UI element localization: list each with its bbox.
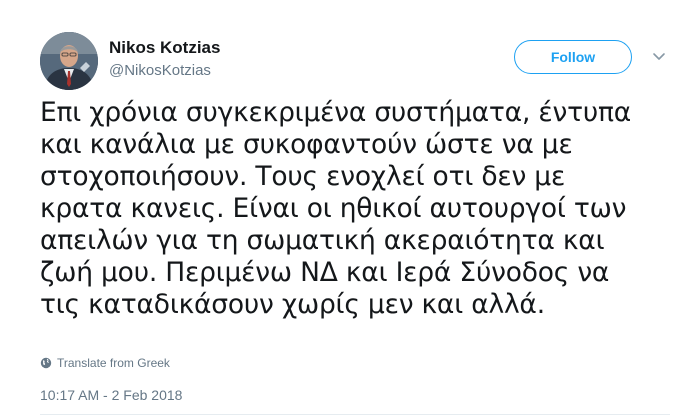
divider: [40, 414, 670, 415]
tweet-text-line: στοχοποιήσουν. Τους ενοχλεί οτι δεν με: [40, 161, 566, 192]
tweet-text-line: απειλών για τη σωματική ακεραιότητα και: [40, 225, 605, 256]
author-handle[interactable]: @NikosKotzias: [109, 62, 211, 79]
tweet-card: Nikos Kotzias @NikosKotzias Follow Επι χ…: [0, 0, 700, 418]
avatar[interactable]: [40, 32, 98, 90]
follow-button[interactable]: Follow: [514, 40, 632, 74]
tweet-text-line: και κανάλια με συκοφαντούν ώστε να με: [40, 129, 573, 160]
chevron-down-icon[interactable]: [651, 50, 667, 62]
avatar-photo-icon: [40, 32, 98, 90]
tweet-text-line: κρατα κανεις. Είναι οι ηθικοί αυτουργοί …: [40, 193, 627, 224]
tweet-text: Επι χρόνια συγκεκριμένα συστήματα, έντυπ…: [40, 97, 670, 321]
author-name[interactable]: Nikos Kotzias: [109, 38, 220, 58]
translate-label[interactable]: Translate from Greek: [57, 356, 170, 370]
tweet-text-line: ζωή μου. Περιμένω ΝΔ και Ιερά Σύνοδος να: [40, 257, 610, 288]
tweet-text-line: τις καταδικάσουν χωρίς μεν και αλλά.: [40, 289, 545, 320]
translate-link[interactable]: Translate from Greek: [40, 355, 170, 371]
tweet-timestamp[interactable]: 10:17 AM - 2 Feb 2018: [40, 387, 182, 403]
tweet-text-line: Επι χρόνια συγκεκριμένα συστήματα, έντυπ…: [40, 97, 632, 128]
globe-icon: [40, 357, 52, 369]
